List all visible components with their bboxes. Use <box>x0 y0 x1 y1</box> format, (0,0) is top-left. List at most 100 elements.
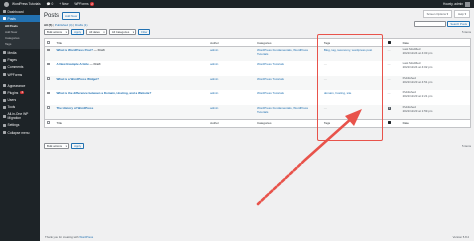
post-tags: — <box>323 76 327 81</box>
row-checkbox[interactable] <box>47 91 50 95</box>
footer-thanks: Thank you for creating with WordPress <box>45 235 93 239</box>
row-checkbox-cell <box>45 47 55 62</box>
menu-comments[interactable]: Comments <box>0 64 40 71</box>
submenu-tags[interactable]: Tags <box>0 41 40 47</box>
bulk-actions-select[interactable]: Bulk actions <box>44 29 70 35</box>
col-comments[interactable] <box>385 38 401 47</box>
post-author[interactable]: admin <box>210 48 218 52</box>
post-categories[interactable]: WordPress Tutorials <box>257 62 284 66</box>
add-new-button[interactable]: Add New <box>62 12 81 20</box>
menu-appearance[interactable]: Appearance <box>0 82 40 89</box>
wrench-icon <box>2 105 6 109</box>
wordpress-logo-icon[interactable] <box>4 1 9 7</box>
row-checkbox-cell <box>45 105 55 120</box>
post-date-cell: Last Modified 2021/11/24 at 4:02 pm <box>401 61 471 76</box>
post-tags[interactable]: domain, hosting, site <box>324 91 352 95</box>
post-title-link[interactable]: What is the difference between a Domain,… <box>56 91 151 95</box>
bulk-actions-select-bottom[interactable]: Bulk actions <box>44 143 70 149</box>
post-title-link[interactable]: What is WordPress Post? — Draft <box>56 48 104 52</box>
post-author[interactable]: admin <box>210 91 218 95</box>
post-date-cell: Published 2021/11/23 at 1:59 pm <box>401 105 471 120</box>
menu-wpforms-label: WPForms <box>7 72 23 77</box>
post-date-value: 2021/11/23 at 1:59 pm <box>402 108 433 113</box>
row-checkbox[interactable] <box>47 48 50 52</box>
footer-wordpress-link[interactable]: WordPress <box>79 235 93 239</box>
menu-comments-label: Comments <box>7 65 24 70</box>
date-filter-select[interactable]: All dates <box>86 29 107 35</box>
post-categories-cell: WordPress Tutorials <box>255 90 322 105</box>
post-categories[interactable]: WordPress Tutorials <box>257 91 284 95</box>
account-menu[interactable]: Howdy, admin <box>443 1 470 7</box>
post-title: A New Example Article <box>56 62 89 67</box>
post-title: What is WordPress Post? <box>56 48 93 53</box>
menu-settings[interactable]: Settings <box>0 122 40 129</box>
select-all-checkbox-footer[interactable] <box>47 121 50 124</box>
pin-icon <box>2 17 6 21</box>
post-title-link[interactable]: The History of WordPress <box>56 106 93 110</box>
post-author[interactable]: admin <box>210 106 218 110</box>
search-input[interactable] <box>413 21 446 27</box>
site-name-link[interactable]: WordPress Tutorials <box>12 2 41 6</box>
col-comments-footer[interactable] <box>385 118 401 127</box>
page-heading: Posts Add New <box>44 12 81 20</box>
post-categories-cell: WordPress Tutorials <box>255 61 322 76</box>
comment-icon <box>387 40 391 44</box>
menu-dashboard[interactable]: Dashboard <box>0 8 40 15</box>
posts-table: Title Author Categories Tags Date What i… <box>44 38 471 128</box>
post-title: What is the difference between a Domain,… <box>56 91 152 96</box>
post-author[interactable]: admin <box>210 62 218 66</box>
view-all[interactable]: All (5) <box>44 23 52 27</box>
col-date-footer[interactable]: Date <box>400 118 471 127</box>
category-filter-select[interactable]: All Categories <box>108 29 137 35</box>
menu-posts[interactable]: Posts <box>0 15 40 23</box>
filter-button[interactable]: Filter <box>138 29 151 35</box>
post-categories[interactable]: WordPress Fundamentals, WordPress Tutori… <box>257 48 308 56</box>
menu-media[interactable]: Media <box>0 49 40 56</box>
post-author[interactable]: admin <box>210 77 218 81</box>
comment-count-bubble[interactable]: 1 <box>387 106 392 111</box>
new-content-link[interactable]: + New <box>59 2 68 6</box>
post-categories[interactable]: WordPress Tutorials <box>257 77 284 81</box>
post-comments-cell: 1 <box>386 105 401 120</box>
search-box: Search Posts <box>413 21 470 27</box>
col-tags-footer: Tags <box>321 118 386 127</box>
post-state: — Draft <box>92 48 105 53</box>
menu-all-in-one-migration[interactable]: All-in-One WP Migration <box>0 111 40 122</box>
row-checkbox[interactable] <box>47 62 50 66</box>
post-categories-cell: WordPress Fundamentals, WordPress Tutori… <box>255 47 322 62</box>
table-row: A New Example Article — Draft admin Word… <box>45 61 471 76</box>
comments-link[interactable]: 💬 0 <box>47 2 54 6</box>
help-tab[interactable]: Help ▾ <box>454 10 470 18</box>
row-checkbox[interactable] <box>47 106 50 109</box>
post-tags[interactable]: Blog, tag, taxonomy, wordpress post <box>324 48 372 52</box>
screen-options-tab[interactable]: Screen Options ▾ <box>422 10 453 18</box>
post-tags-cell: — <box>322 61 386 76</box>
view-drafts[interactable]: Drafts (1) <box>75 23 88 27</box>
select-all-checkbox[interactable] <box>47 40 50 44</box>
users-icon <box>2 98 6 102</box>
view-published[interactable]: Published (4) <box>55 23 73 27</box>
row-checkbox[interactable] <box>47 77 50 80</box>
menu-collapse[interactable]: Collapse menu <box>0 129 40 136</box>
wpforms-adminbar-link[interactable]: WPForms 2 <box>74 2 95 6</box>
col-date[interactable]: Date <box>400 38 471 47</box>
post-categories[interactable]: WordPress Fundamentals, WordPress Tutori… <box>257 106 308 114</box>
menu-tools[interactable]: Tools <box>0 104 40 111</box>
menu-wpforms[interactable]: WPForms <box>0 71 40 78</box>
post-title-link[interactable]: A New Example Article — Draft <box>56 62 100 66</box>
footer-thanks-text: Thank you for creating with <box>45 235 80 239</box>
post-date-value: 2021/11/24 at 4:03 pm <box>402 51 433 56</box>
table-row: The History of WordPress admin WordPress… <box>44 104 471 120</box>
search-posts-button[interactable]: Search Posts <box>447 21 470 27</box>
col-title-footer[interactable]: Title <box>54 118 209 127</box>
post-title-link[interactable]: What is a WordPress Widget? <box>56 77 98 81</box>
page-title: Posts <box>44 12 60 19</box>
apply-button-bottom[interactable]: Apply <box>71 143 85 149</box>
menu-users[interactable]: Users <box>0 97 40 104</box>
comment-icon <box>2 65 6 69</box>
col-title[interactable]: Title <box>54 38 209 47</box>
menu-pages[interactable]: Pages <box>0 57 40 64</box>
wpforms-icon <box>2 73 6 77</box>
apply-button[interactable]: Apply <box>71 29 85 35</box>
menu-plugins[interactable]: Plugins 4 <box>0 89 40 96</box>
